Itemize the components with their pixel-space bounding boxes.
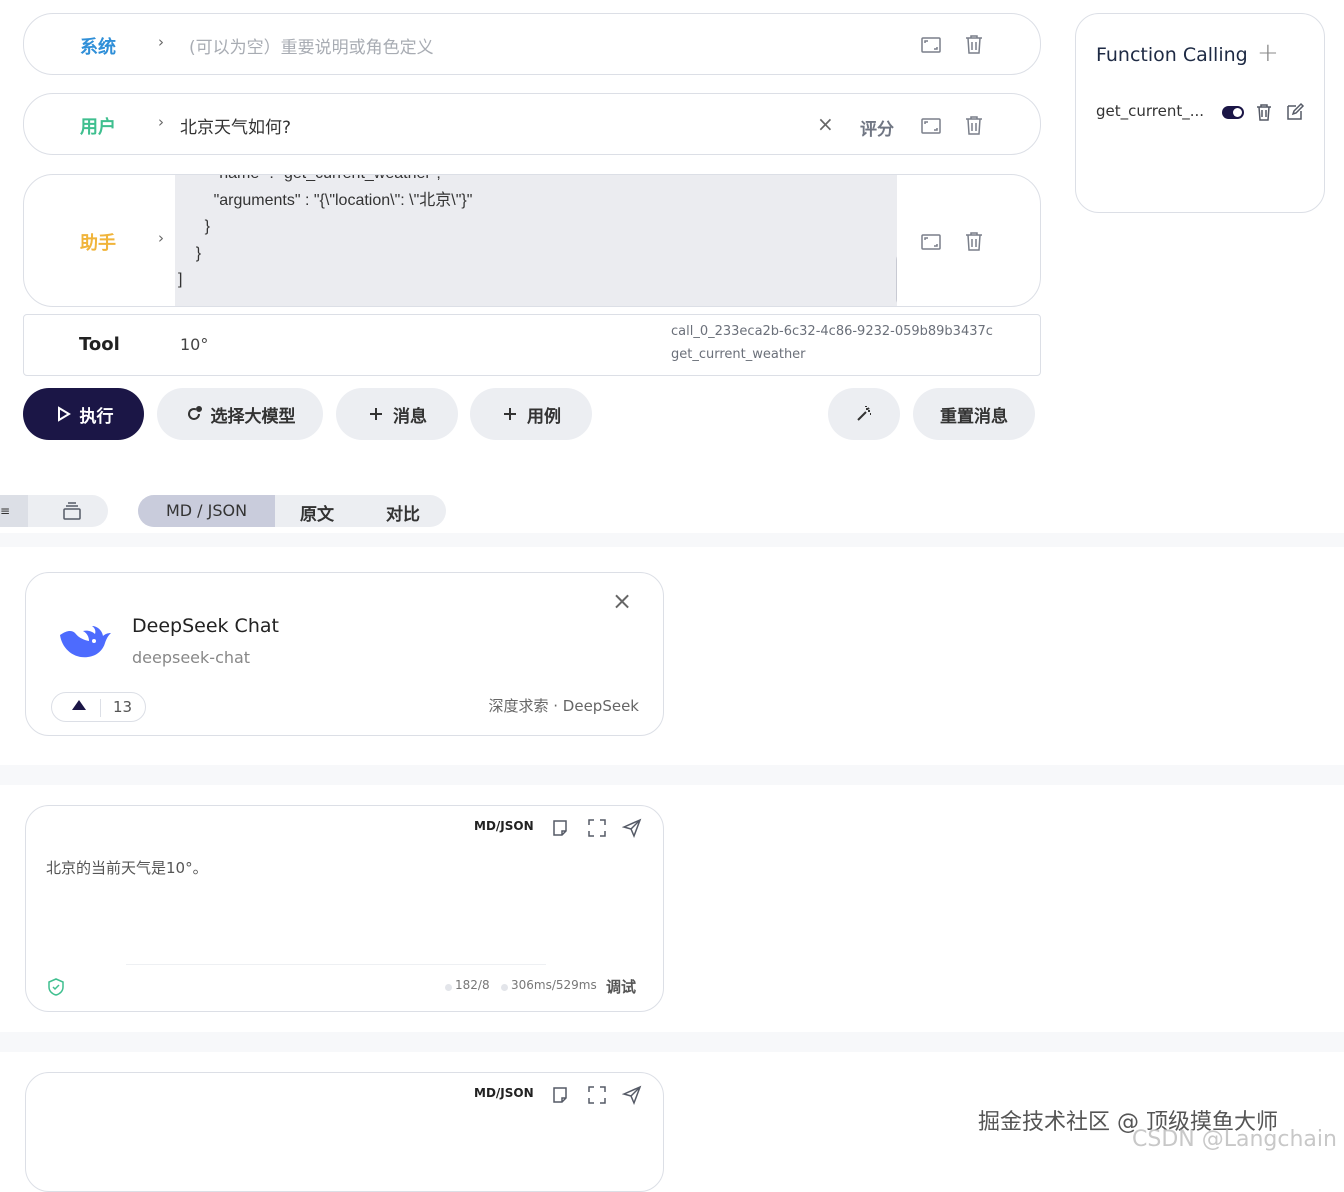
watermark-csdn: CSDN @Langchain: [1132, 1127, 1337, 1152]
system-message-row: 系统 › (可以为空）重要说明或角色定义: [23, 13, 1041, 75]
trash-icon[interactable]: [963, 114, 985, 136]
tab-compare[interactable]: 对比: [386, 500, 420, 525]
expand-icon[interactable]: [920, 231, 942, 253]
model-id: deepseek-chat: [132, 648, 251, 667]
timing-value: 306ms/529ms: [511, 978, 597, 992]
expand-icon[interactable]: [920, 34, 942, 56]
tool-call-id: call_0_233eca2b-6c32-4c86-9232-059b89b34…: [671, 324, 993, 339]
token-count: 182/8: [455, 978, 490, 992]
magic-wand-icon: [857, 406, 871, 421]
role-label-system[interactable]: 系统: [80, 33, 140, 59]
debug-button[interactable]: 调试: [606, 976, 636, 997]
section-band: [0, 533, 1344, 547]
close-icon[interactable]: ×: [612, 587, 632, 615]
chevron-right-icon[interactable]: ›: [158, 113, 164, 131]
section-band: [0, 1032, 1344, 1052]
role-label-tool[interactable]: Tool: [79, 334, 120, 355]
add-function-icon[interactable]: +: [1257, 38, 1279, 68]
user-message-row: 用户 › 北京天气如何? × 评分: [23, 93, 1041, 155]
list-view-icon[interactable]: ≡: [0, 495, 28, 527]
tab-raw[interactable]: 原文: [300, 500, 334, 525]
code-content: "name" : "get_current_weather", "argumen…: [178, 175, 473, 288]
system-prompt-input[interactable]: (可以为空）重要说明或角色定义: [189, 33, 434, 58]
fullscreen-icon[interactable]: [587, 818, 607, 842]
section-band: [0, 765, 1344, 785]
view-tabs: MD / JSON 原文 对比: [138, 495, 446, 527]
reset-label: 重置消息: [940, 406, 1008, 427]
user-message-input[interactable]: 北京天气如何?: [180, 113, 291, 138]
vote-count: 13: [113, 698, 133, 716]
response-card-2: MD/JSON: [25, 1072, 664, 1192]
expand-icon[interactable]: [920, 115, 942, 137]
trash-icon[interactable]: [963, 230, 985, 252]
function-calling-panel: Function Calling + get_current_...: [1075, 13, 1325, 213]
send-icon[interactable]: [621, 818, 642, 842]
deepseek-logo-icon: [56, 617, 112, 671]
chevron-right-icon[interactable]: ›: [158, 33, 164, 51]
trash-icon[interactable]: [963, 33, 985, 55]
plus-icon: [504, 408, 516, 420]
tool-result-value[interactable]: 10°: [180, 335, 208, 354]
edit-icon[interactable]: [1285, 102, 1305, 126]
add-message-label: 消息: [393, 406, 427, 427]
run-label: 执行: [79, 406, 114, 427]
role-label-user[interactable]: 用户: [80, 113, 140, 139]
assistant-message-row: 助手 › "name" : "get_current_weather", "ar…: [23, 174, 1041, 307]
upvote-icon[interactable]: [72, 700, 86, 710]
response-text: 北京的当前天气是10°。: [46, 859, 208, 877]
response-card: MD/JSON 北京的当前天气是10°。 182/8 306ms/529ms 调…: [25, 805, 664, 1012]
tab-md-json[interactable]: MD / JSON: [138, 495, 275, 527]
play-icon: [57, 406, 71, 422]
vote-widget[interactable]: 13: [51, 692, 146, 722]
code-scrollbar[interactable]: [896, 253, 897, 306]
select-model-button[interactable]: 选择大模型: [157, 388, 323, 440]
run-button[interactable]: 执行: [23, 388, 144, 440]
timing-dot: [501, 984, 508, 991]
function-panel-title: Function Calling: [1096, 44, 1248, 66]
send-icon[interactable]: [621, 1085, 642, 1109]
clear-icon[interactable]: ×: [817, 112, 834, 136]
refresh-dot-icon: [187, 406, 202, 420]
rate-button[interactable]: 评分: [860, 115, 894, 140]
shield-check-icon: [46, 977, 66, 1001]
chevron-right-icon[interactable]: ›: [158, 229, 164, 247]
tool-function-name: get_current_weather: [671, 347, 806, 362]
copy-icon[interactable]: [550, 1085, 570, 1109]
add-message-button[interactable]: 消息: [336, 388, 458, 440]
add-example-button[interactable]: 用例: [470, 388, 592, 440]
copy-icon[interactable]: [550, 818, 570, 842]
tool-message-row: Tool 10° call_0_233eca2b-6c32-4c86-9232-…: [23, 314, 1041, 376]
model-provider: 深度求索 · DeepSeek: [488, 697, 640, 715]
assistant-code-editor[interactable]: "name" : "get_current_weather", "argumen…: [175, 175, 897, 306]
model-name: DeepSeek Chat: [132, 615, 279, 637]
trash-icon[interactable]: [1254, 102, 1274, 126]
token-dot: [445, 984, 452, 991]
layout-toggle-group: ≡: [0, 495, 108, 527]
reset-messages-button[interactable]: 重置消息: [913, 388, 1035, 440]
model-card: DeepSeek Chat deepseek-chat × 13 深度求索 · …: [25, 572, 664, 736]
add-example-label: 用例: [527, 406, 561, 427]
fullscreen-icon[interactable]: [587, 1085, 607, 1109]
function-item-name[interactable]: get_current_...: [1096, 102, 1204, 120]
stack-view-icon[interactable]: [62, 501, 82, 525]
format-label[interactable]: MD/JSON: [474, 1086, 534, 1100]
format-label[interactable]: MD/JSON: [474, 819, 534, 833]
function-toggle[interactable]: [1222, 106, 1244, 119]
plus-icon: [370, 408, 382, 420]
role-label-assistant[interactable]: 助手: [80, 229, 140, 255]
select-model-label: 选择大模型: [210, 406, 296, 427]
magic-wand-button[interactable]: [828, 388, 900, 440]
